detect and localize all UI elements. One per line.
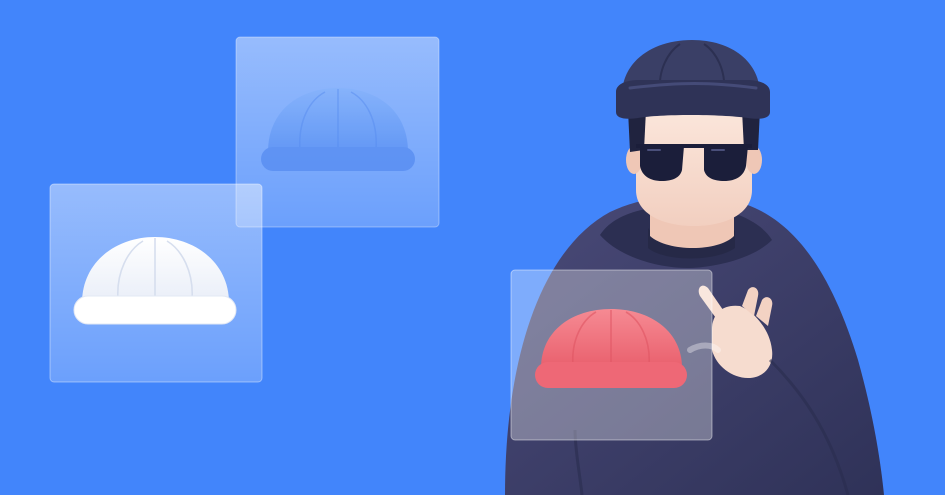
red-hat-panel xyxy=(510,269,713,441)
white-hat-panel xyxy=(49,183,263,383)
blue-hat-panel xyxy=(235,36,440,228)
hacker-hat-illustration xyxy=(0,0,945,495)
illustration-stage xyxy=(0,0,945,495)
